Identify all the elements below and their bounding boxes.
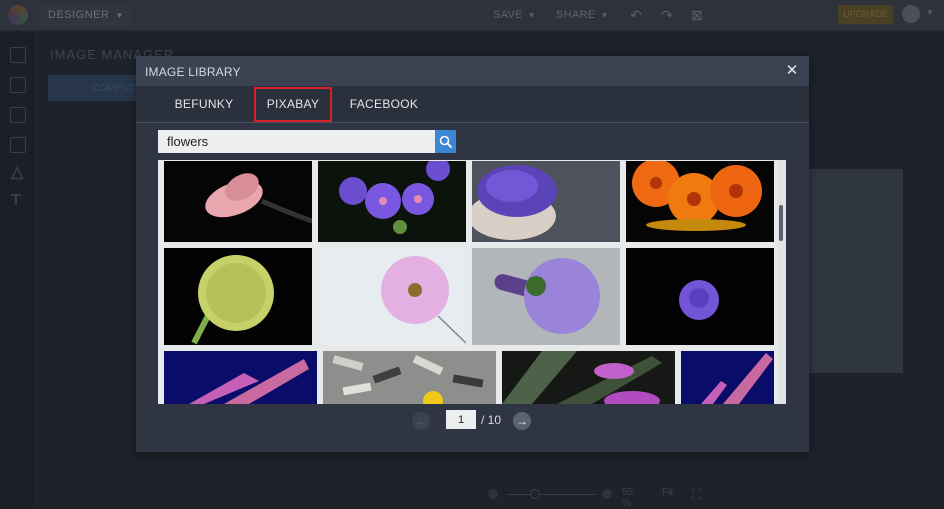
canvas-area (808, 169, 903, 373)
left-sidebar: △ T (0, 32, 36, 509)
fullscreen-icon[interactable]: ⛶ (692, 487, 701, 503)
zoom-out-icon[interactable] (488, 489, 498, 499)
tab-pixabay[interactable]: PIXABAY (253, 86, 333, 123)
modal-header: IMAGE LIBRARY ✕ (136, 56, 809, 86)
image-gallery (158, 160, 786, 404)
arrow-right-icon[interactable]: → (513, 412, 531, 430)
search-icon (439, 135, 452, 148)
save-label: SAVE (493, 9, 523, 21)
text-icon[interactable]: T (11, 192, 21, 210)
purple-bouquet-image (494, 258, 600, 334)
celosia-blue-image (189, 359, 309, 404)
share-menu[interactable]: SHARE ▼ (556, 4, 609, 26)
befunky-app: DESIGNER ▼ SAVE ▼ SHARE ▼ ↶ ↷ ⊠ UPGRADE ▼ △… (0, 0, 944, 509)
collage-icon[interactable] (10, 107, 26, 123)
chevron-down-icon: ▼ (600, 11, 609, 20)
designer-mode-label: DESIGNER (48, 9, 110, 21)
gallery-thumb-purple-geranium[interactable] (318, 161, 466, 242)
zoom-slider-handle[interactable] (530, 489, 540, 499)
undo-icon[interactable]: ↶ (627, 6, 645, 24)
sunflower-seeds-image (332, 355, 484, 404)
pink-cosmos-image (381, 256, 466, 344)
zoom-slider[interactable] (506, 494, 596, 495)
fit-button[interactable]: Fit (662, 487, 673, 498)
tab-facebook[interactable]: FACEBOOK (342, 86, 426, 123)
search-bar (158, 130, 456, 153)
chevron-down-icon: ▼ (527, 11, 536, 20)
chevron-down-icon[interactable]: ▼ (926, 8, 934, 17)
purple-tulip-image (502, 351, 662, 404)
close-project-icon[interactable]: ⊠ (688, 6, 706, 24)
gallery-thumb-sunflower-seeds[interactable] (323, 351, 496, 404)
gallery-thumb-purple-bouquet[interactable] (472, 248, 620, 345)
page-number-input[interactable] (446, 410, 476, 429)
top-bar: DESIGNER ▼ SAVE ▼ SHARE ▼ ↶ ↷ ⊠ UPGRADE ▼ (0, 0, 944, 31)
hyacinth-bowl-image (472, 165, 557, 240)
save-menu[interactable]: SAVE ▼ (493, 4, 536, 26)
page-total: / 10 (481, 413, 502, 427)
search-button[interactable] (435, 130, 456, 153)
shapes-icon[interactable]: △ (11, 162, 23, 182)
zoom-in-icon[interactable] (602, 489, 612, 499)
zoom-value: 55 % (622, 487, 634, 509)
gallery-thumb-purple-aster[interactable] (626, 248, 774, 345)
designer-mode-dropdown[interactable]: DESIGNER ▼ (40, 4, 132, 26)
gallery-scrollbar[interactable] (777, 160, 786, 404)
app-logo-icon[interactable] (8, 5, 28, 25)
celosia-blue-2-image (701, 353, 773, 404)
layers-icon[interactable] (10, 77, 26, 93)
orange-gerbera-image (632, 161, 762, 231)
gallery-thumb-purple-tulip[interactable] (502, 351, 675, 404)
tab-befunky[interactable]: BEFUNKY (166, 86, 242, 123)
upgrade-button[interactable]: UPGRADE (838, 5, 893, 24)
pagination: ← / 10 → (136, 409, 809, 433)
gallery-thumb-celosia-blue[interactable] (164, 351, 317, 404)
avatar[interactable] (902, 5, 920, 23)
gallery-thumb-pink-cosmos[interactable] (318, 248, 466, 345)
gallery-thumb-pink-tulip[interactable] (164, 161, 312, 242)
pink-tulip-image (205, 173, 312, 224)
gallery-thumb-hyacinth-bowl[interactable] (472, 161, 620, 242)
allium-bud-image (191, 255, 274, 345)
modal-title: IMAGE LIBRARY (145, 65, 241, 79)
gallery-thumb-orange-gerbera[interactable] (626, 161, 774, 242)
share-label: SHARE (556, 9, 596, 21)
scrollbar-thumb[interactable] (779, 205, 783, 241)
close-icon[interactable]: ✕ (783, 61, 801, 81)
upgrade-label: UPGRADE (843, 9, 888, 19)
purple-aster-image (679, 280, 719, 320)
image-library-modal: IMAGE LIBRARY ✕ BEFUNKY PIXABAY FACEBOOK (136, 56, 809, 452)
gallery-thumb-celosia-blue-2[interactable] (681, 351, 774, 404)
gallery-thumb-allium-bud[interactable] (164, 248, 312, 345)
redo-icon[interactable]: ↷ (658, 6, 676, 24)
image-manager-icon[interactable] (10, 47, 26, 63)
arrow-left-icon[interactable]: ← (412, 412, 430, 430)
purple-geranium-image (339, 161, 450, 234)
chevron-down-icon: ▼ (115, 11, 124, 20)
grid-icon[interactable] (10, 137, 26, 153)
search-input[interactable] (158, 130, 435, 153)
source-tabs: BEFUNKY PIXABAY FACEBOOK (136, 86, 809, 123)
